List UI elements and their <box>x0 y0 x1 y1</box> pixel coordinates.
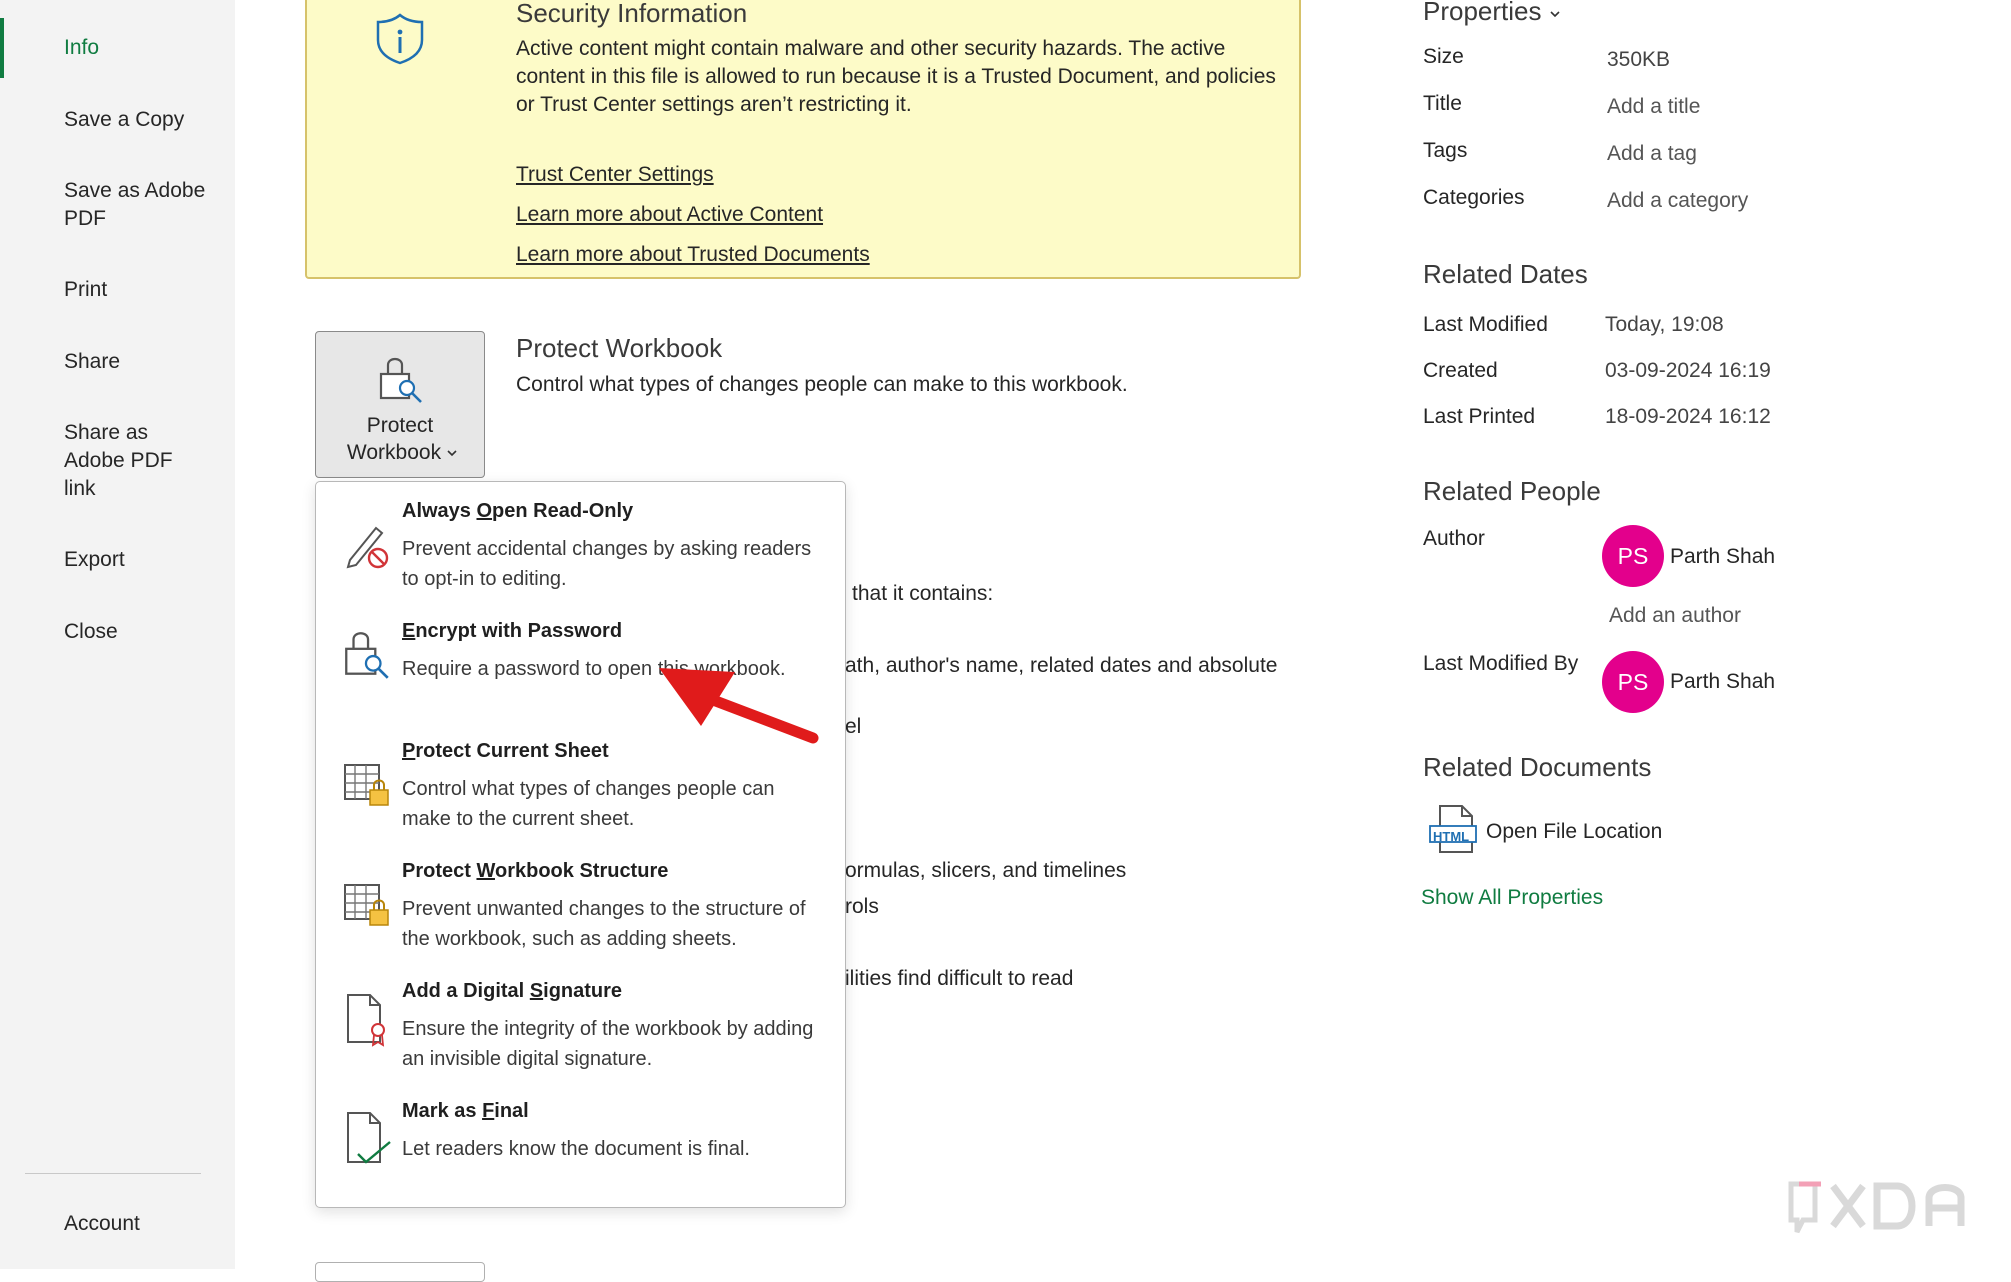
trust-center-settings-link[interactable]: Trust Center Settings <box>516 163 714 187</box>
inspect-text-fragment: el <box>845 715 862 738</box>
active-indicator <box>0 18 4 78</box>
protect-workbook-button[interactable]: Protect Workbook <box>315 331 485 478</box>
security-title: Security Information <box>516 0 748 28</box>
menu-item-title: Protect Current Sheet <box>402 740 609 762</box>
nav-item-share[interactable]: Share <box>64 348 224 376</box>
nav-item-close[interactable]: Close <box>64 618 224 646</box>
shield-info-icon <box>376 13 424 65</box>
protect-workbook-title: Protect Workbook <box>516 333 723 363</box>
pencil-prohibited-icon <box>346 526 389 569</box>
nav-item-account[interactable]: Account <box>64 1210 224 1238</box>
sheet-lock-icon <box>344 764 389 806</box>
menu-item-description: Let readers know the document is final. <box>402 1138 750 1160</box>
author-label: Author <box>1423 527 1485 550</box>
lock-key-icon <box>345 632 389 679</box>
nav-item-info[interactable]: Info <box>64 34 224 62</box>
menu-item-add-digital-signature[interactable]: Add a Digital Signature Ensure the integ… <box>316 980 845 1090</box>
inspect-text-fragment: that it contains: <box>852 582 994 605</box>
show-all-properties-link[interactable]: Show All Properties <box>1421 886 1603 910</box>
last-modified-value: Today, 19:08 <box>1605 313 1724 336</box>
nav-item-print[interactable]: Print <box>64 276 224 304</box>
security-body: Active content might contain malware and… <box>516 37 1276 116</box>
menu-item-protect-workbook-structure[interactable]: Protect Workbook Structure Prevent unwan… <box>316 860 845 970</box>
menu-item-protect-current-sheet[interactable]: Protect Current Sheet Control what types… <box>316 740 845 850</box>
tags-field[interactable]: Add a tag <box>1607 142 1697 166</box>
related-documents-heading: Related Documents <box>1423 752 1652 782</box>
lock-key-icon <box>379 357 422 403</box>
title-field[interactable]: Add a title <box>1607 95 1700 119</box>
protect-workbook-description: Control what types of changes people can… <box>516 373 1128 396</box>
menu-item-title: Always Open Read-Only <box>402 500 634 522</box>
last-printed-value: 18-09-2024 16:12 <box>1605 405 1771 428</box>
protect-workbook-menu: Always Open Read-Only Prevent accidental… <box>315 481 846 1208</box>
menu-item-always-open-read-only[interactable]: Always Open Read-Only Prevent accidental… <box>316 500 845 610</box>
next-panel-button-edge[interactable] <box>315 1262 485 1282</box>
backstage-nav: Info Save a Copy Save as Adobe PDF Print… <box>0 0 235 1269</box>
categories-label: Categories <box>1423 186 1525 209</box>
menu-item-title: Encrypt with Password <box>402 620 623 642</box>
menu-item-description: Prevent unwanted changes to the structur… <box>402 898 806 950</box>
workbook-structure-lock-icon <box>344 884 389 926</box>
document-signature-icon <box>347 994 385 1047</box>
protect-button-label-1: Protect <box>366 414 434 437</box>
add-author-field[interactable]: Add an author <box>1609 604 1741 628</box>
red-arrow-annotation <box>659 668 819 744</box>
menu-item-title: Add a Digital Signature <box>402 980 623 1002</box>
tags-label: Tags <box>1423 139 1468 162</box>
document-check-icon <box>347 1112 391 1164</box>
size-label: Size <box>1423 45 1464 68</box>
nav-item-share-as-adobe-pdf-link[interactable]: Share as Adobe PDF link <box>64 419 184 503</box>
avatar[interactable]: PS <box>1602 525 1664 587</box>
menu-item-description: Ensure the integrity of the workbook by … <box>402 1018 814 1070</box>
inspect-text-fragment: ath, author's name, related dates and ab… <box>845 654 1278 677</box>
active-content-link[interactable]: Learn more about Active Content <box>516 203 823 227</box>
last-printed-label: Last Printed <box>1423 405 1536 428</box>
last-modified-label: Last Modified <box>1423 313 1548 336</box>
related-people-heading: Related People <box>1423 476 1601 506</box>
open-file-location-label: Open File Location <box>1486 820 1663 843</box>
chevron-down-icon <box>1550 11 1560 18</box>
modifier-name[interactable]: Parth Shah <box>1670 670 1775 694</box>
created-label: Created <box>1423 359 1498 382</box>
xda-logo <box>1788 1181 1965 1234</box>
menu-item-description: Control what types of changes people can… <box>402 778 775 830</box>
created-value: 03-09-2024 16:19 <box>1605 359 1771 382</box>
menu-item-title: Protect Workbook Structure <box>402 860 669 882</box>
author-name[interactable]: Parth Shah <box>1670 545 1775 569</box>
nav-item-export[interactable]: Export <box>64 546 224 574</box>
trusted-documents-link[interactable]: Learn more about Trusted Documents <box>516 243 870 267</box>
menu-item-description: Prevent accidental changes by asking rea… <box>402 538 812 590</box>
nav-item-save-a-copy[interactable]: Save a Copy <box>64 106 224 134</box>
nav-divider <box>25 1173 201 1174</box>
avatar[interactable]: PS <box>1602 651 1664 713</box>
related-dates-heading: Related Dates <box>1423 259 1588 289</box>
menu-item-mark-as-final[interactable]: Mark as Final Let readers know the docum… <box>316 1100 845 1190</box>
inspect-text-fragment: rols <box>845 895 879 918</box>
properties-heading[interactable]: Properties <box>1423 0 1561 27</box>
inspect-text-fragment: ormulas, slicers, and timelines <box>845 859 1127 882</box>
title-label: Title <box>1423 92 1462 115</box>
size-value: 350KB <box>1607 48 1671 71</box>
chevron-down-icon <box>447 450 457 457</box>
html-icon-text: HTML <box>1433 829 1470 844</box>
last-modified-by-label: Last Modified By <box>1423 652 1579 675</box>
categories-field[interactable]: Add a category <box>1607 189 1748 213</box>
inspect-text-fragment: ilities find difficult to read <box>845 967 1074 990</box>
menu-item-title: Mark as Final <box>402 1100 529 1122</box>
nav-item-save-as-adobe-pdf[interactable]: Save as Adobe PDF <box>64 177 214 233</box>
